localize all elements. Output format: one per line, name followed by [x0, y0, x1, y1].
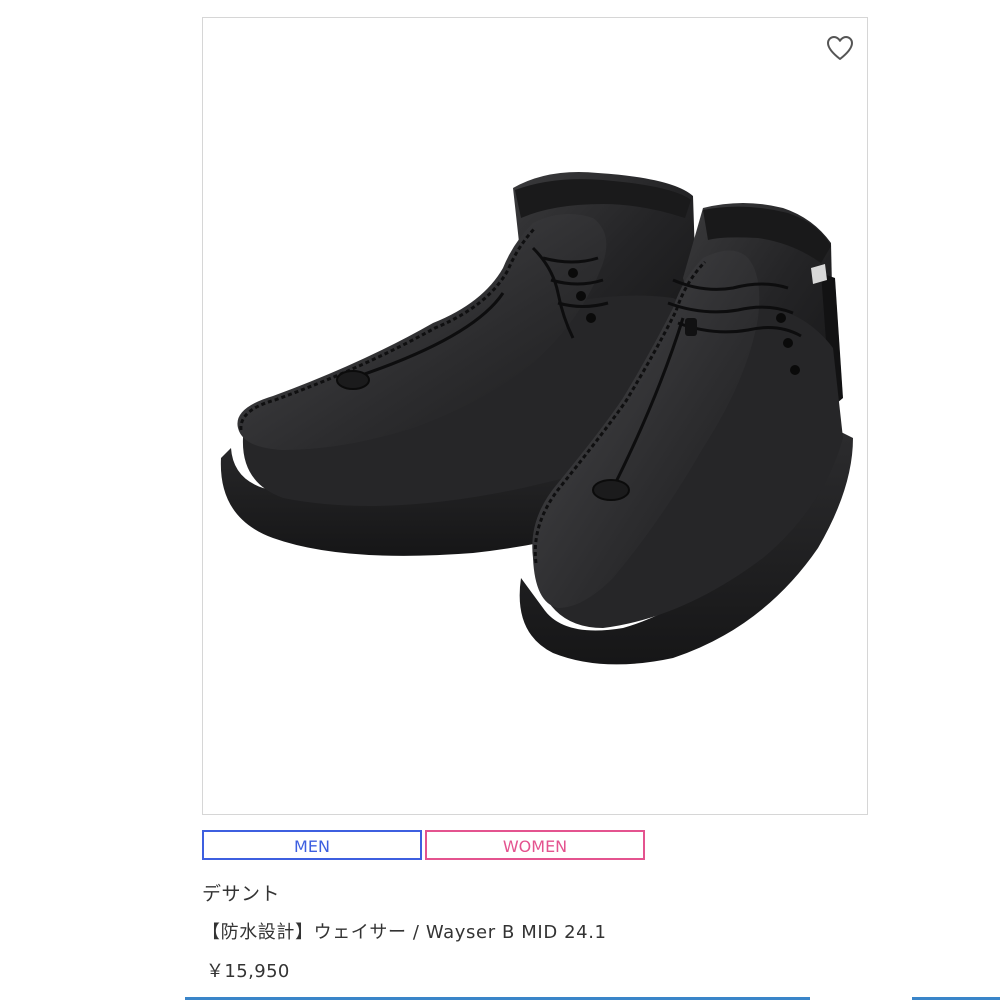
product-page: { "product": { "brand": "デサント", "name": …	[0, 0, 1000, 1000]
favorite-button[interactable]	[825, 34, 855, 62]
product-price: ￥15,950	[206, 961, 290, 982]
brand-name[interactable]: デサント	[202, 879, 280, 906]
heart-outline-icon	[827, 36, 853, 60]
gender-tags: MEN WOMEN	[202, 830, 869, 864]
tag-women[interactable]: WOMEN	[425, 830, 645, 860]
product-image[interactable]	[203, 18, 867, 814]
tag-men[interactable]: MEN	[202, 830, 422, 860]
product-image-frame[interactable]	[202, 17, 868, 815]
product-name[interactable]: 【防水設計】ウェイサー / Wayser B MID 24.1	[202, 918, 607, 944]
